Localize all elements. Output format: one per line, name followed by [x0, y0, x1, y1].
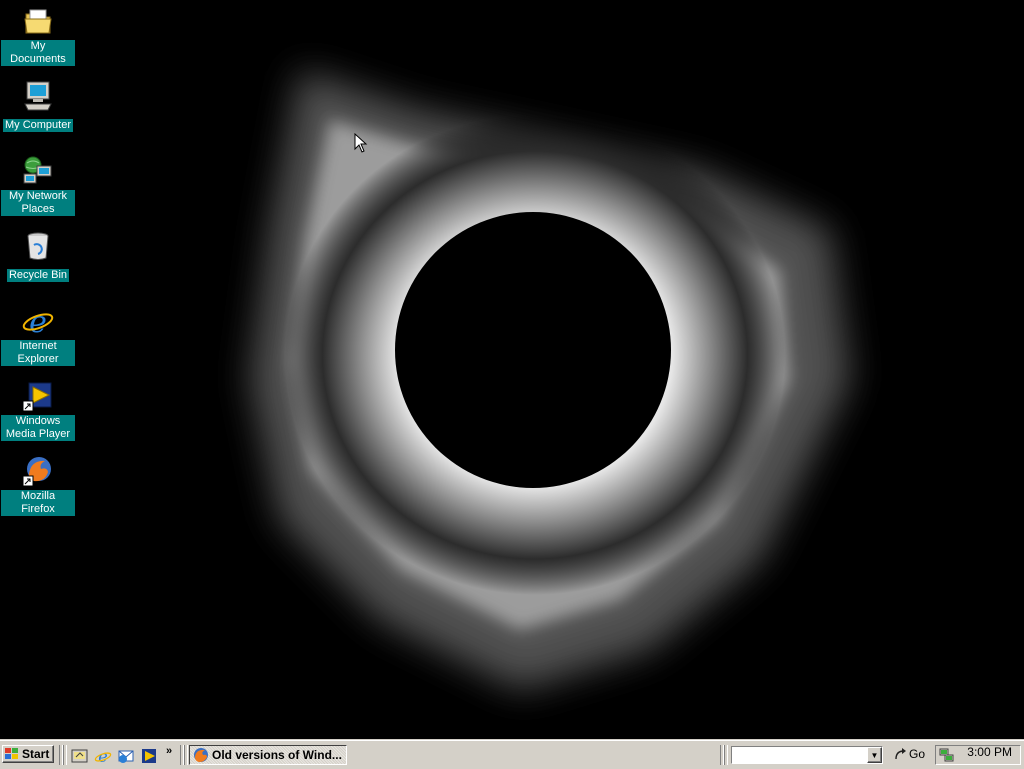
desktop-wallpaper — [0, 0, 1024, 740]
media-player-icon[interactable] — [140, 747, 158, 765]
taskbar-separator — [63, 745, 67, 765]
address-bar[interactable]: ▼ — [731, 746, 883, 764]
desktop-icon-label: Windows Media Player — [1, 415, 75, 441]
computer-icon — [24, 81, 52, 111]
desktop-icon-windows-media-player[interactable]: Windows Media Player — [0, 375, 76, 442]
mouse-cursor-icon — [354, 133, 368, 153]
firefox-icon — [22, 457, 51, 487]
taskbar: Start e » Old versions of Wind... ▼ Go 3… — [0, 740, 1024, 769]
desktop-icon-label: My Documents — [1, 40, 75, 66]
quick-launch-chevron[interactable]: » — [166, 745, 172, 757]
start-label: Start — [22, 747, 50, 761]
desktop-icon-recycle-bin[interactable]: Recycle Bin — [0, 225, 76, 283]
go-arrow-icon — [895, 748, 906, 760]
desktop-icon-label: Recycle Bin — [6, 269, 70, 282]
svg-text:e: e — [98, 747, 107, 765]
chevron-down-icon: ▼ — [870, 750, 879, 760]
show-desktop-icon[interactable] — [71, 747, 89, 765]
internet-explorer-icon: e — [22, 305, 54, 338]
desktop-icon-my-computer[interactable]: My Computer — [0, 75, 76, 133]
taskbar-separator — [724, 745, 728, 765]
firefox-icon — [194, 748, 208, 762]
desktop-icon-my-network-places[interactable]: My Network Places — [0, 150, 76, 217]
start-button[interactable]: Start — [2, 745, 54, 763]
taskbar-window-button[interactable]: Old versions of Wind... — [189, 745, 347, 765]
moon-disc — [395, 212, 671, 488]
windows-logo-icon — [5, 748, 18, 759]
clock[interactable]: 3:00 PM — [967, 745, 1012, 759]
go-button[interactable]: Go — [893, 747, 925, 761]
address-input[interactable] — [732, 747, 866, 763]
svg-text:e: e — [29, 305, 47, 338]
internet-explorer-icon[interactable]: e — [94, 747, 112, 765]
taskbar-window-title: Old versions of Wind... — [212, 748, 342, 762]
media-player-icon — [22, 382, 52, 412]
address-dropdown-button[interactable]: ▼ — [867, 747, 882, 763]
desktop-icon-internet-explorer[interactable]: e Internet Explorer — [0, 300, 76, 367]
desktop-icon-mozilla-firefox[interactable]: Mozilla Firefox — [0, 450, 76, 517]
network-connection-icon[interactable] — [939, 747, 955, 763]
outlook-express-icon[interactable] — [117, 747, 135, 765]
desktop-icon-label: My Network Places — [1, 190, 75, 216]
desktop-icon-label: Internet Explorer — [1, 340, 75, 366]
go-label: Go — [909, 747, 926, 761]
desktop-icon-label: My Computer — [2, 119, 74, 132]
network-icon — [23, 156, 52, 184]
desktop-icon-my-documents[interactable]: My Documents — [0, 0, 76, 67]
recycle-bin-icon — [27, 232, 49, 260]
desktop-icon-label: Mozilla Firefox — [1, 490, 75, 516]
folder-icon — [24, 9, 52, 34]
taskbar-separator — [184, 745, 188, 765]
